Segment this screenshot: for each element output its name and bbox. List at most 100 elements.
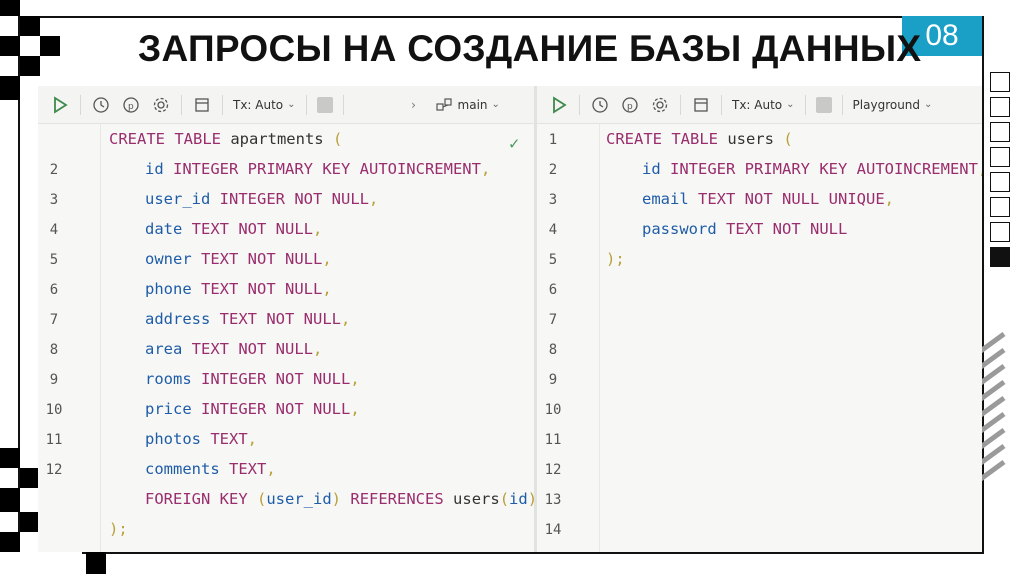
pixel-square (20, 16, 40, 36)
line-number: 12 (544, 462, 562, 478)
pixel-square (86, 552, 106, 574)
checkbox-column (990, 72, 1012, 272)
svg-text:p: p (128, 102, 134, 112)
code-text: CREATE TABLE users ( id INTEGER PRIMARY … (599, 124, 982, 552)
code-line: id INTEGER PRIMARY KEY AUTOINCREMENT, (145, 160, 491, 178)
target-dropdown[interactable]: Playground ⌄ (853, 98, 933, 112)
code-line: ); (109, 520, 128, 538)
line-number: 6 (49, 282, 59, 298)
layout-icon[interactable] (691, 95, 711, 115)
settings-gear-icon[interactable] (650, 95, 670, 115)
toolbar-separator (80, 94, 81, 115)
line-number: 2 (49, 162, 59, 178)
parameters-icon[interactable]: p (620, 95, 640, 115)
pixel-square (0, 36, 20, 56)
run-icon[interactable] (549, 95, 569, 115)
code-area[interactable]: 1 2 3 4 5 6 7 8 9 10 11 12 13 14 CREATE … (537, 124, 982, 552)
chevron-right-icon[interactable]: › (404, 95, 424, 115)
code-line: CREATE TABLE apartments ( (109, 130, 343, 148)
run-icon[interactable] (50, 95, 70, 115)
chevron-down-icon: ⌄ (924, 99, 933, 110)
toolbar-separator (342, 94, 344, 115)
toolbar-separator (579, 94, 580, 115)
left-sql-editor: p Tx: Auto ⌄ › main ⌄ 2 3 4 5 6 7 8 9 10… (38, 86, 534, 552)
code-line: password TEXT NOT NULL (642, 220, 848, 238)
line-number: 4 (548, 222, 558, 238)
toolbar-separator (721, 94, 722, 115)
toolbar-separator (222, 94, 223, 115)
code-line: date TEXT NOT NULL, (145, 220, 323, 238)
check-icon: ✓ (509, 134, 520, 154)
line-number: 7 (49, 312, 59, 328)
parameters-icon[interactable]: p (121, 95, 141, 115)
line-number: 8 (49, 342, 59, 358)
line-number: 3 (49, 192, 59, 208)
line-number: 7 (548, 312, 558, 328)
schema-label: main (457, 97, 488, 112)
deco-box (990, 172, 1010, 192)
line-number: 1 (548, 132, 558, 148)
code-line: id INTEGER PRIMARY KEY AUTOINCREMENT, (642, 160, 982, 178)
line-number: 5 (548, 252, 558, 268)
line-number: 12 (45, 462, 63, 478)
settings-gear-icon[interactable] (151, 95, 171, 115)
deco-box (990, 122, 1010, 142)
toolbar-separator (841, 94, 843, 115)
line-number: 4 (49, 222, 59, 238)
line-number: 10 (544, 402, 562, 418)
code-line: rooms INTEGER NOT NULL, (145, 370, 360, 388)
line-number: 9 (548, 372, 558, 388)
deco-box-filled (990, 247, 1010, 267)
pixel-square (0, 532, 20, 552)
line-number: 9 (49, 372, 59, 388)
right-sql-editor: p Tx: Auto ⌄ Playground ⌄ 1 2 3 4 5 6 7 (537, 86, 982, 552)
stop-icon[interactable] (815, 96, 832, 113)
pixel-square (0, 76, 20, 100)
slide-title: ЗАПРОСЫ НА СОЗДАНИЕ БАЗЫ ДАННЫХ (138, 28, 922, 69)
code-line: owner TEXT NOT NULL, (145, 250, 332, 268)
schema-icon (434, 95, 454, 115)
transaction-mode-dropdown[interactable]: Tx: Auto ⌄ (233, 98, 296, 112)
deco-box (990, 72, 1010, 92)
code-line: ); (606, 250, 625, 268)
line-number: 11 (544, 432, 562, 448)
line-number: 8 (548, 342, 558, 358)
chevron-down-icon: ⌄ (287, 99, 296, 110)
stop-icon[interactable] (316, 96, 333, 113)
layout-icon[interactable] (192, 95, 212, 115)
schema-dropdown[interactable]: main ⌄ (434, 95, 500, 115)
transaction-mode-dropdown[interactable]: Tx: Auto ⌄ (732, 98, 795, 112)
line-number: 10 (45, 402, 63, 418)
target-label: Playground (852, 97, 921, 112)
pixel-square (20, 56, 40, 76)
code-line: CREATE TABLE users ( (606, 130, 793, 148)
history-icon[interactable] (590, 95, 610, 115)
history-icon[interactable] (91, 95, 111, 115)
deco-box (990, 97, 1010, 117)
toolbar-separator (305, 94, 307, 115)
line-number: 14 (544, 522, 562, 538)
toolbar-separator (181, 94, 182, 115)
line-gutter: 1 2 3 4 5 6 7 8 9 10 11 12 13 14 (537, 124, 599, 552)
code-line: user_id INTEGER NOT NULL, (145, 190, 379, 208)
line-gutter: 2 3 4 5 6 7 8 9 10 11 12 (38, 124, 100, 552)
toolbar-separator (804, 94, 806, 115)
toolbar-separator (680, 94, 681, 115)
code-line: area TEXT NOT NULL, (145, 340, 323, 358)
code-line: price INTEGER NOT NULL, (145, 400, 360, 418)
editor-toolbar: p Tx: Auto ⌄ › main ⌄ (38, 86, 534, 124)
pixel-square (0, 0, 20, 16)
deco-box (990, 147, 1010, 167)
svg-text:p: p (627, 102, 633, 112)
pixel-square (40, 36, 60, 56)
line-number: 13 (544, 492, 562, 508)
code-line: email TEXT NOT NULL UNIQUE, (642, 190, 894, 208)
chevron-down-icon: ⌄ (491, 99, 500, 110)
line-number: 11 (45, 432, 63, 448)
pixel-square (20, 468, 40, 488)
line-number: 2 (548, 162, 558, 178)
line-number: 3 (548, 192, 558, 208)
code-area[interactable]: 2 3 4 5 6 7 8 9 10 11 12 CREATE TABLE ap… (38, 124, 534, 552)
code-text: CREATE TABLE apartments ( id INTEGER PRI… (100, 124, 534, 552)
transaction-mode-label: Tx: Auto (233, 97, 284, 112)
